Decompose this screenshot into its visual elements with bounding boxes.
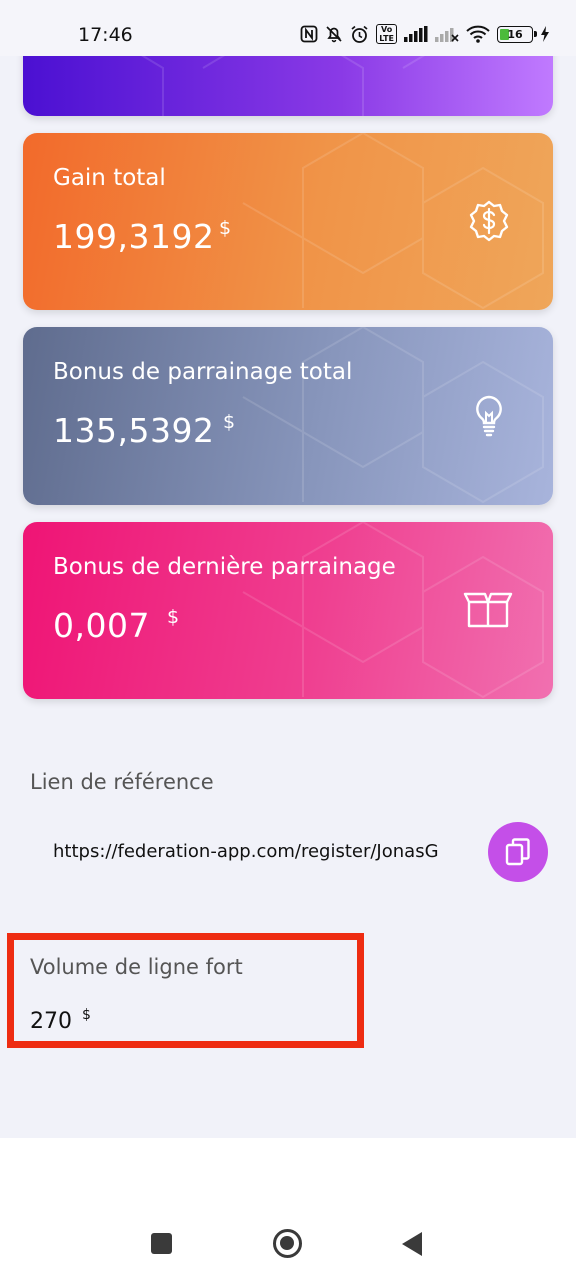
bell-off-icon [326,26,342,43]
bonus-total-value: 135,5392 [53,411,215,450]
wifi-icon [466,25,490,43]
status-icons: Vo LTE 16 [300,24,550,44]
copy-link-button[interactable] [488,822,548,882]
volume-currency: $ [82,1007,91,1023]
gain-total-title: Gain total [53,165,166,191]
bonus-total-card[interactable]: Bonus de parrainage total 135,5392 $ [23,327,553,505]
bonus-total-title: Bonus de parrainage total [53,359,353,385]
alarm-icon [351,25,368,43]
volume-label: Volume de ligne fort [30,955,243,979]
gain-total-card[interactable]: Gain total 199,3192 $ [23,133,553,310]
bonus-total-currency: $ [223,411,236,433]
back-icon[interactable] [402,1232,422,1256]
battery-icon: 16 [497,25,537,43]
gain-total-currency: $ [219,217,232,239]
status-bar: 17:46 Vo LTE 16 [0,0,576,56]
recent-apps-icon[interactable] [151,1233,172,1254]
last-bonus-card[interactable]: Bonus de dernière parrainage 0,007 $ [23,522,553,699]
volume-value: 270 [30,1009,72,1034]
signal-off-icon [435,28,459,42]
nfc-icon [300,25,318,43]
last-bonus-title: Bonus de dernière parrainage [53,554,396,580]
last-bonus-currency: $ [167,606,180,628]
referral-label: Lien de référence [30,770,214,794]
box-icon [463,592,513,628]
referral-link[interactable]: https://federation-app.com/register/Jona… [53,841,457,862]
home-icon[interactable] [273,1229,302,1258]
last-bonus-value: 0,007 [53,606,150,645]
volte-icon: Vo LTE [376,24,397,44]
charging-icon [541,26,549,42]
status-time: 17:46 [78,24,133,46]
battery-level: 16 [507,27,523,41]
gain-total-value: 199,3192 [53,217,215,256]
lightbulb-icon [476,395,502,437]
dollar-badge-icon [469,200,509,242]
signal-icon [404,26,428,42]
copy-icon [505,838,530,866]
system-nav-bar [0,1138,576,1280]
